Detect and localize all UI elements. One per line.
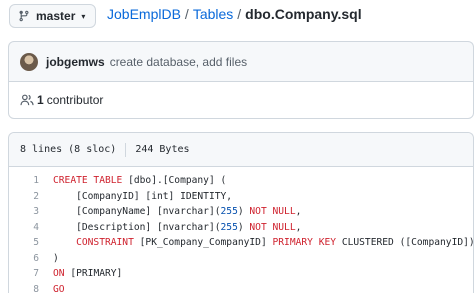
sql-text: )	[53, 253, 59, 264]
sql-text: ,	[296, 206, 302, 217]
sql-text: CLUSTERED ([CompanyID])	[336, 237, 474, 248]
code-line: 2 [CompanyID] [int] IDENTITY,	[9, 189, 473, 205]
sql-text: [Description] [nvarchar](	[53, 222, 221, 233]
file-size: 244 Bytes	[135, 144, 189, 155]
header-divider	[125, 143, 126, 157]
breadcrumb-repo-link[interactable]: JobEmplDB	[107, 6, 181, 22]
line-code: CONSTRAINT [PK_Company_CompanyID] PRIMAR…	[39, 237, 474, 248]
sql-text: [CompanyID] [int] IDENTITY,	[53, 191, 232, 202]
branch-name: master	[36, 9, 75, 23]
line-number[interactable]: 6	[9, 253, 39, 264]
sql-keyword: CREATE TABLE	[53, 175, 128, 186]
people-icon	[20, 94, 34, 106]
sql-text: [dbo].[Company] (	[128, 175, 226, 186]
commit-message-link[interactable]: create database, add files	[110, 55, 247, 69]
code-listing: 1CREATE TABLE [dbo].[Company] (2 [Compan…	[9, 167, 473, 297]
breadcrumb-separator: /	[185, 6, 189, 22]
git-branch-icon	[18, 10, 30, 22]
file-navigation-bar: master ▾ JobEmplDB/Tables/dbo.Company.sq…	[0, 0, 474, 32]
code-line: 3 [CompanyName] [nvarchar](255) NOT NULL…	[9, 204, 473, 220]
line-number[interactable]: 2	[9, 191, 39, 202]
breadcrumb-separator: /	[237, 6, 241, 22]
breadcrumb: JobEmplDB/Tables/dbo.Company.sql	[107, 6, 362, 22]
sql-number: 255	[221, 206, 238, 217]
contributor-label[interactable]: contributor	[47, 93, 104, 107]
contributor-count[interactable]: 1	[37, 93, 44, 107]
line-number[interactable]: 1	[9, 175, 39, 186]
line-code: [CompanyID] [int] IDENTITY,	[39, 191, 232, 202]
code-line: 1CREATE TABLE [dbo].[Company] (	[9, 173, 473, 189]
branch-select-button[interactable]: master ▾	[9, 4, 96, 28]
line-number[interactable]: 8	[9, 284, 39, 295]
avatar[interactable]	[20, 53, 38, 71]
line-code: )	[39, 253, 59, 264]
breadcrumb-folder-link[interactable]: Tables	[193, 6, 233, 22]
line-number[interactable]: 7	[9, 268, 39, 279]
line-number[interactable]: 3	[9, 206, 39, 217]
line-code: CREATE TABLE [dbo].[Company] (	[39, 175, 226, 186]
line-code: ON [PRIMARY]	[39, 268, 122, 279]
sql-text: [CompanyName] [nvarchar](	[53, 206, 221, 217]
sql-keyword: NOT NULL	[249, 222, 295, 233]
sql-text: )	[238, 222, 250, 233]
line-number[interactable]: 4	[9, 222, 39, 233]
code-line: 7ON [PRIMARY]	[9, 266, 473, 282]
sql-keyword: PRIMARY KEY	[273, 237, 337, 248]
sql-keyword: GO	[53, 284, 65, 295]
line-code: [Description] [nvarchar](255) NOT NULL,	[39, 222, 301, 233]
code-line: 8 GO	[9, 282, 473, 297]
sql-text: [PRIMARY]	[65, 268, 123, 279]
sql-number: 255	[221, 222, 238, 233]
code-line: 5 CONSTRAINT [PK_Company_CompanyID] PRIM…	[9, 235, 473, 251]
sql-text: ,	[296, 222, 302, 233]
chevron-down-icon: ▾	[81, 12, 85, 21]
code-line: 4 [Description] [nvarchar](255) NOT NULL…	[9, 220, 473, 236]
sql-keyword: ON	[53, 268, 65, 279]
latest-commit-bar: jobgemws create database, add files	[8, 41, 474, 81]
commit-author-link[interactable]: jobgemws	[46, 55, 105, 69]
line-code: [CompanyName] [nvarchar](255) NOT NULL,	[39, 206, 301, 217]
file-info-header: 8 lines (8 sloc) 244 Bytes	[9, 133, 473, 167]
contributors-bar: 1 contributor	[8, 81, 474, 119]
sql-keyword: NOT NULL	[249, 206, 295, 217]
sql-text: [PK_Company_CompanyID]	[134, 237, 273, 248]
file-view: 8 lines (8 sloc) 244 Bytes 1CREATE TABLE…	[8, 132, 474, 293]
sql-keyword: CONSTRAINT	[53, 237, 134, 248]
code-line: 6)	[9, 251, 473, 267]
line-number[interactable]: 5	[9, 237, 39, 248]
line-code: GO	[39, 284, 65, 295]
sql-text: )	[238, 206, 250, 217]
file-line-count: 8 lines (8 sloc)	[20, 144, 116, 155]
breadcrumb-file-name: dbo.Company.sql	[245, 6, 361, 22]
